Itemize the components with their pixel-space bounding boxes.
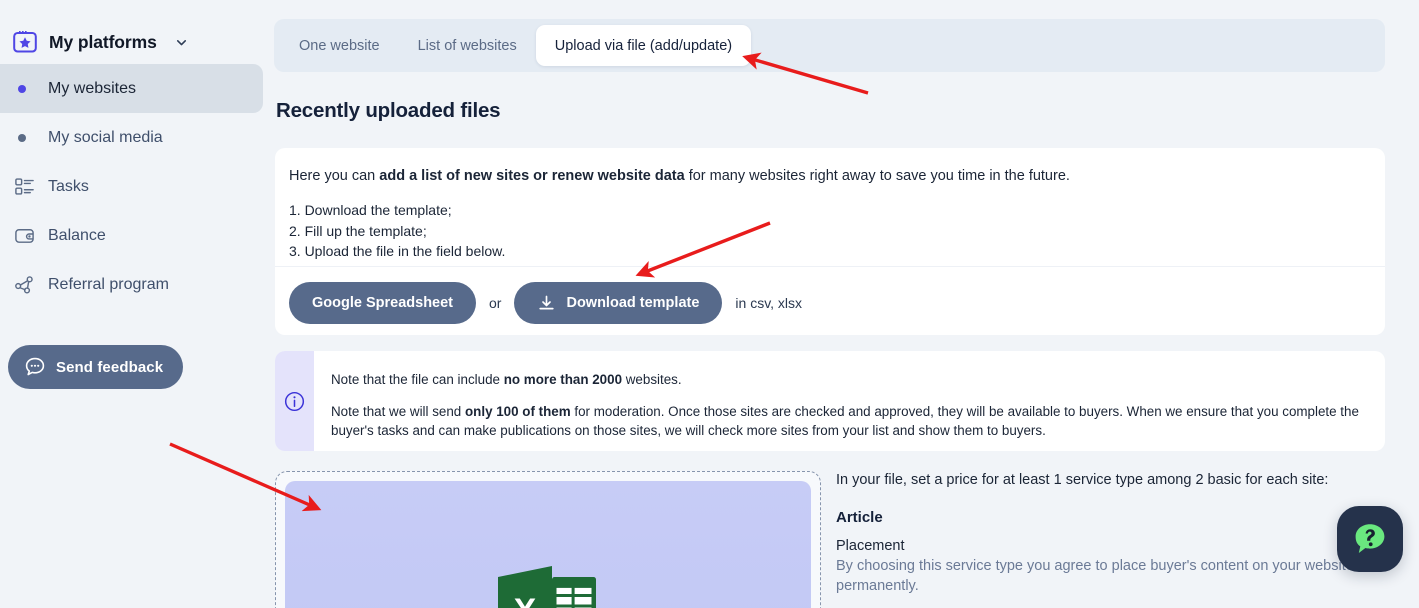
service-types-panel: In your file, set a price for at least 1… bbox=[836, 470, 1376, 608]
note-line-1: Note that the file can include no more t… bbox=[331, 370, 1365, 389]
help-chat-button[interactable] bbox=[1337, 506, 1403, 572]
tab-bar: One website List of websites Upload via … bbox=[274, 19, 1385, 72]
instruction-step: 1. Download the template; bbox=[289, 202, 452, 219]
send-feedback-label: Send feedback bbox=[56, 358, 164, 376]
note-line1-bold: no more than 2000 bbox=[503, 372, 623, 387]
instructions-lead-bold: add a list of new sites or renew website… bbox=[379, 168, 685, 184]
sidebar-item-balance[interactable]: Balance bbox=[0, 211, 263, 260]
instructions-lead: Here you can add a list of new sites or … bbox=[289, 166, 1371, 186]
instructions-lead-suffix: for many websites right away to save you… bbox=[684, 168, 1070, 184]
note-line-2: Note that we will send only 100 of them … bbox=[331, 402, 1365, 440]
instructions-lead-prefix: Here you can bbox=[289, 168, 380, 184]
brand-header[interactable]: My platforms bbox=[0, 0, 263, 62]
chevron-down-icon[interactable] bbox=[174, 35, 189, 50]
chat-bubble-dots-icon bbox=[24, 356, 46, 378]
note-card: Note that the file can include no more t… bbox=[275, 351, 1385, 451]
info-circle-icon bbox=[283, 390, 306, 413]
sidebar-item-tasks[interactable]: Tasks bbox=[0, 162, 263, 211]
dropzone-highlight: X bbox=[285, 481, 811, 608]
note-line1-suffix: websites. bbox=[622, 372, 682, 387]
instructions-actions: Google Spreadsheet or Download template … bbox=[289, 282, 802, 324]
service-placement-description: By choosing this service type you agree … bbox=[836, 558, 1354, 595]
wallet-icon bbox=[14, 225, 48, 246]
note-body: Note that the file can include no more t… bbox=[314, 351, 1385, 451]
excel-spreadsheet-icon: X bbox=[496, 559, 600, 608]
or-separator-label: or bbox=[489, 295, 502, 311]
note-line2-prefix: Note that we will send bbox=[331, 404, 465, 420]
main-content: One website List of websites Upload via … bbox=[263, 0, 1419, 608]
app-root: My platforms My websites My social media bbox=[0, 0, 1419, 608]
google-spreadsheet-label: Google Spreadsheet bbox=[312, 295, 454, 311]
file-dropzone[interactable]: X bbox=[275, 471, 821, 608]
note-icon-stripe bbox=[275, 351, 314, 451]
star-platform-icon bbox=[12, 29, 38, 55]
sidebar-item-label: My social media bbox=[48, 128, 163, 146]
svg-text:X: X bbox=[514, 592, 537, 608]
sidebar-item-label: Referral program bbox=[48, 275, 169, 293]
sidebar-item-label: My websites bbox=[48, 79, 137, 97]
sidebar-nav: My websites My social media Tasks Balanc… bbox=[0, 64, 263, 309]
sidebar-item-label: Balance bbox=[48, 226, 106, 244]
service-panel-lead: In your file, set a price for at least 1… bbox=[836, 472, 1329, 488]
file-formats-label: in csv, xlsx bbox=[735, 295, 803, 311]
service-group-heading: Article bbox=[836, 509, 883, 527]
sidebar-item-referral-program[interactable]: Referral program bbox=[0, 260, 263, 309]
google-spreadsheet-button[interactable]: Google Spreadsheet bbox=[289, 282, 477, 324]
sidebar: My platforms My websites My social media bbox=[0, 0, 263, 608]
sidebar-item-my-social-media[interactable]: My social media bbox=[0, 113, 263, 162]
instructions-body: Here you can add a list of new sites or … bbox=[275, 148, 1385, 262]
sidebar-item-my-websites[interactable]: My websites bbox=[0, 64, 263, 113]
send-feedback-button[interactable]: Send feedback bbox=[8, 345, 184, 389]
help-question-chat-icon bbox=[1350, 519, 1390, 559]
tab-list-of-websites[interactable]: List of websites bbox=[399, 25, 536, 66]
bullet-dot-icon bbox=[14, 133, 48, 142]
note-line2-bold: only 100 of them bbox=[464, 404, 571, 420]
instruction-step: 2. Fill up the template; bbox=[289, 222, 427, 239]
download-icon bbox=[537, 294, 556, 313]
service-placement-title: Placement bbox=[836, 538, 905, 555]
checklist-icon bbox=[14, 176, 48, 197]
sidebar-item-label: Tasks bbox=[48, 177, 89, 195]
note-line1-prefix: Note that the file can include bbox=[331, 372, 504, 387]
download-template-button[interactable]: Download template bbox=[514, 282, 723, 324]
brand-title: My platforms bbox=[49, 31, 157, 52]
page-title: Recently uploaded files bbox=[276, 99, 501, 122]
instruction-step: 3. Upload the file in the field below. bbox=[289, 243, 506, 260]
divider bbox=[275, 266, 1385, 267]
bullet-dot-icon bbox=[14, 84, 48, 93]
share-network-icon bbox=[14, 274, 48, 295]
tab-one-website[interactable]: One website bbox=[280, 25, 399, 66]
tab-upload-via-file[interactable]: Upload via file (add/update) bbox=[535, 25, 752, 66]
download-template-label: Download template bbox=[566, 295, 700, 311]
instructions-card: Here you can add a list of new sites or … bbox=[275, 148, 1385, 335]
instructions-steps: 1. Download the template; 2. Fill up the… bbox=[289, 200, 1371, 261]
